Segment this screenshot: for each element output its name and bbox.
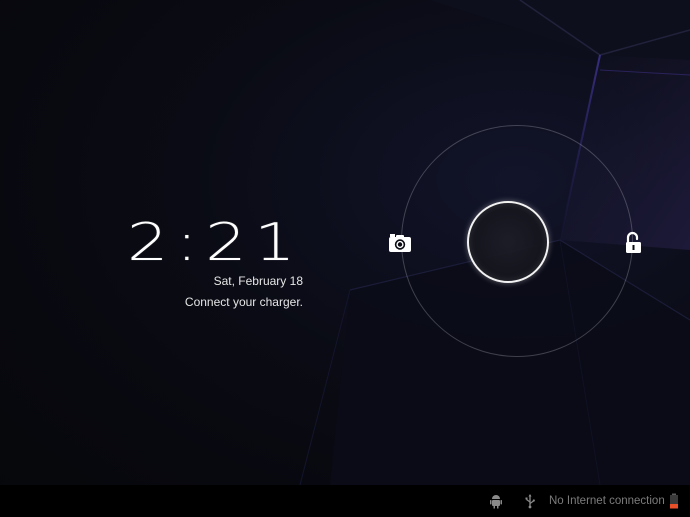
battery-icon — [670, 493, 678, 509]
clock-time: 2:21 — [127, 213, 303, 273]
charging-status: Connect your charger. — [184, 295, 303, 309]
unlock-icon[interactable] — [621, 230, 647, 256]
network-status-text: No Internet connection — [549, 495, 665, 507]
unlock-handle[interactable] — [467, 201, 549, 283]
android-debug-icon — [490, 495, 502, 509]
lock-screen: 2:21 Sat, February 18 Connect your charg… — [0, 0, 690, 517]
camera-icon[interactable] — [387, 230, 413, 256]
clock-widget: 2:21 Sat, February 18 Connect your charg… — [100, 214, 303, 310]
clock-date: Sat, February 18 — [213, 274, 303, 288]
system-bar: No Internet connection — [0, 485, 690, 517]
usb-icon — [525, 494, 535, 509]
